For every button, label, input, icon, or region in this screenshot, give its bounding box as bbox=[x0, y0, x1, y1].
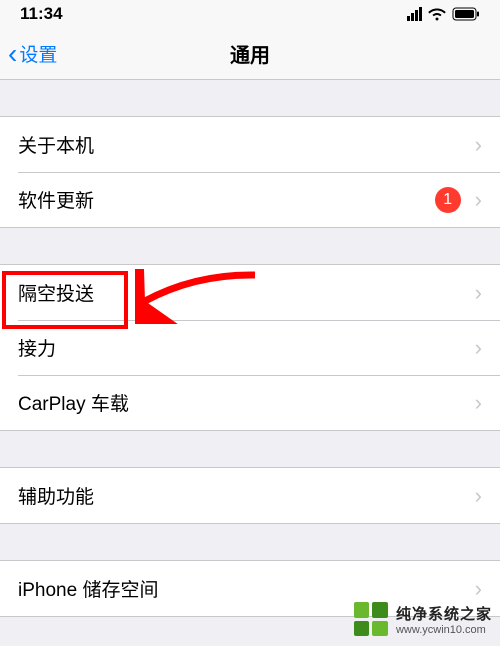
chevron-left-icon: ‹ bbox=[8, 40, 17, 68]
notification-badge: 1 bbox=[435, 187, 461, 213]
back-button[interactable]: ‹ 设置 bbox=[0, 40, 57, 68]
back-label: 设置 bbox=[19, 40, 57, 67]
section-device: 关于本机 › 软件更新 1 › bbox=[0, 116, 500, 228]
chevron-right-icon: › bbox=[475, 335, 482, 361]
navigation-bar: ‹ 设置 通用 bbox=[0, 28, 500, 80]
watermark-text: 纯净系统之家 www.ycwin10.com bbox=[396, 603, 492, 636]
row-airdrop[interactable]: 隔空投送 › bbox=[0, 265, 500, 320]
status-icons bbox=[407, 7, 480, 21]
row-label: 关于本机 bbox=[18, 131, 467, 158]
section-continuity: 隔空投送 › 接力 › CarPlay 车载 › bbox=[0, 264, 500, 431]
wifi-icon bbox=[428, 7, 446, 21]
chevron-right-icon: › bbox=[475, 390, 482, 416]
row-about[interactable]: 关于本机 › bbox=[0, 117, 500, 172]
row-handoff[interactable]: 接力 › bbox=[0, 320, 500, 375]
watermark-title: 纯净系统之家 bbox=[396, 603, 492, 624]
chevron-right-icon: › bbox=[475, 576, 482, 602]
row-software-update[interactable]: 软件更新 1 › bbox=[0, 172, 500, 227]
cellular-signal-icon bbox=[407, 7, 422, 21]
row-carplay[interactable]: CarPlay 车载 › bbox=[0, 375, 500, 430]
battery-icon bbox=[452, 7, 480, 21]
chevron-right-icon: › bbox=[475, 132, 482, 158]
watermark-url: www.ycwin10.com bbox=[396, 624, 492, 636]
page-title: 通用 bbox=[230, 39, 270, 68]
row-label: CarPlay 车载 bbox=[18, 389, 467, 416]
row-accessibility[interactable]: 辅助功能 › bbox=[0, 468, 500, 523]
row-label: 辅助功能 bbox=[18, 482, 467, 509]
row-label: 软件更新 bbox=[18, 186, 435, 213]
chevron-right-icon: › bbox=[475, 483, 482, 509]
status-time: 11:34 bbox=[20, 4, 63, 24]
chevron-right-icon: › bbox=[475, 280, 482, 306]
watermark-logo-icon bbox=[354, 602, 388, 636]
watermark: 纯净系统之家 www.ycwin10.com bbox=[354, 602, 492, 636]
row-label: iPhone 储存空间 bbox=[18, 575, 467, 602]
section-accessibility: 辅助功能 › bbox=[0, 467, 500, 524]
chevron-right-icon: › bbox=[475, 187, 482, 213]
row-label: 隔空投送 bbox=[18, 279, 467, 306]
status-bar: 11:34 bbox=[0, 0, 500, 28]
row-label: 接力 bbox=[18, 334, 467, 361]
